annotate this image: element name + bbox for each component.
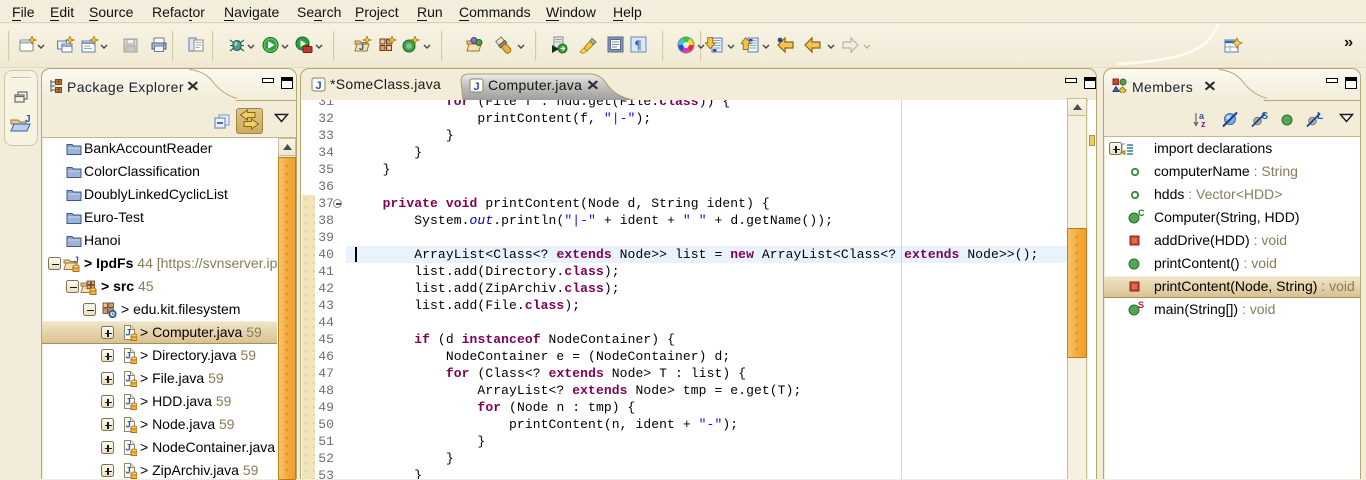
svg-text:J: J: [25, 114, 31, 125]
svg-text:J: J: [126, 443, 131, 454]
svg-text:J: J: [126, 328, 131, 339]
svg-text:J: J: [126, 466, 131, 477]
svg-text:J: J: [126, 374, 131, 385]
svg-text:J: J: [126, 420, 131, 431]
svg-text:J: J: [126, 351, 131, 362]
svg-text:J: J: [74, 256, 79, 265]
svg-text:J: J: [474, 81, 480, 93]
svg-text:J: J: [126, 397, 131, 408]
svg-text:z: z: [1201, 119, 1206, 129]
svg-text:J: J: [316, 80, 322, 92]
svg-text:J: J: [359, 42, 364, 52]
svg-text:¶: ¶: [635, 37, 642, 52]
